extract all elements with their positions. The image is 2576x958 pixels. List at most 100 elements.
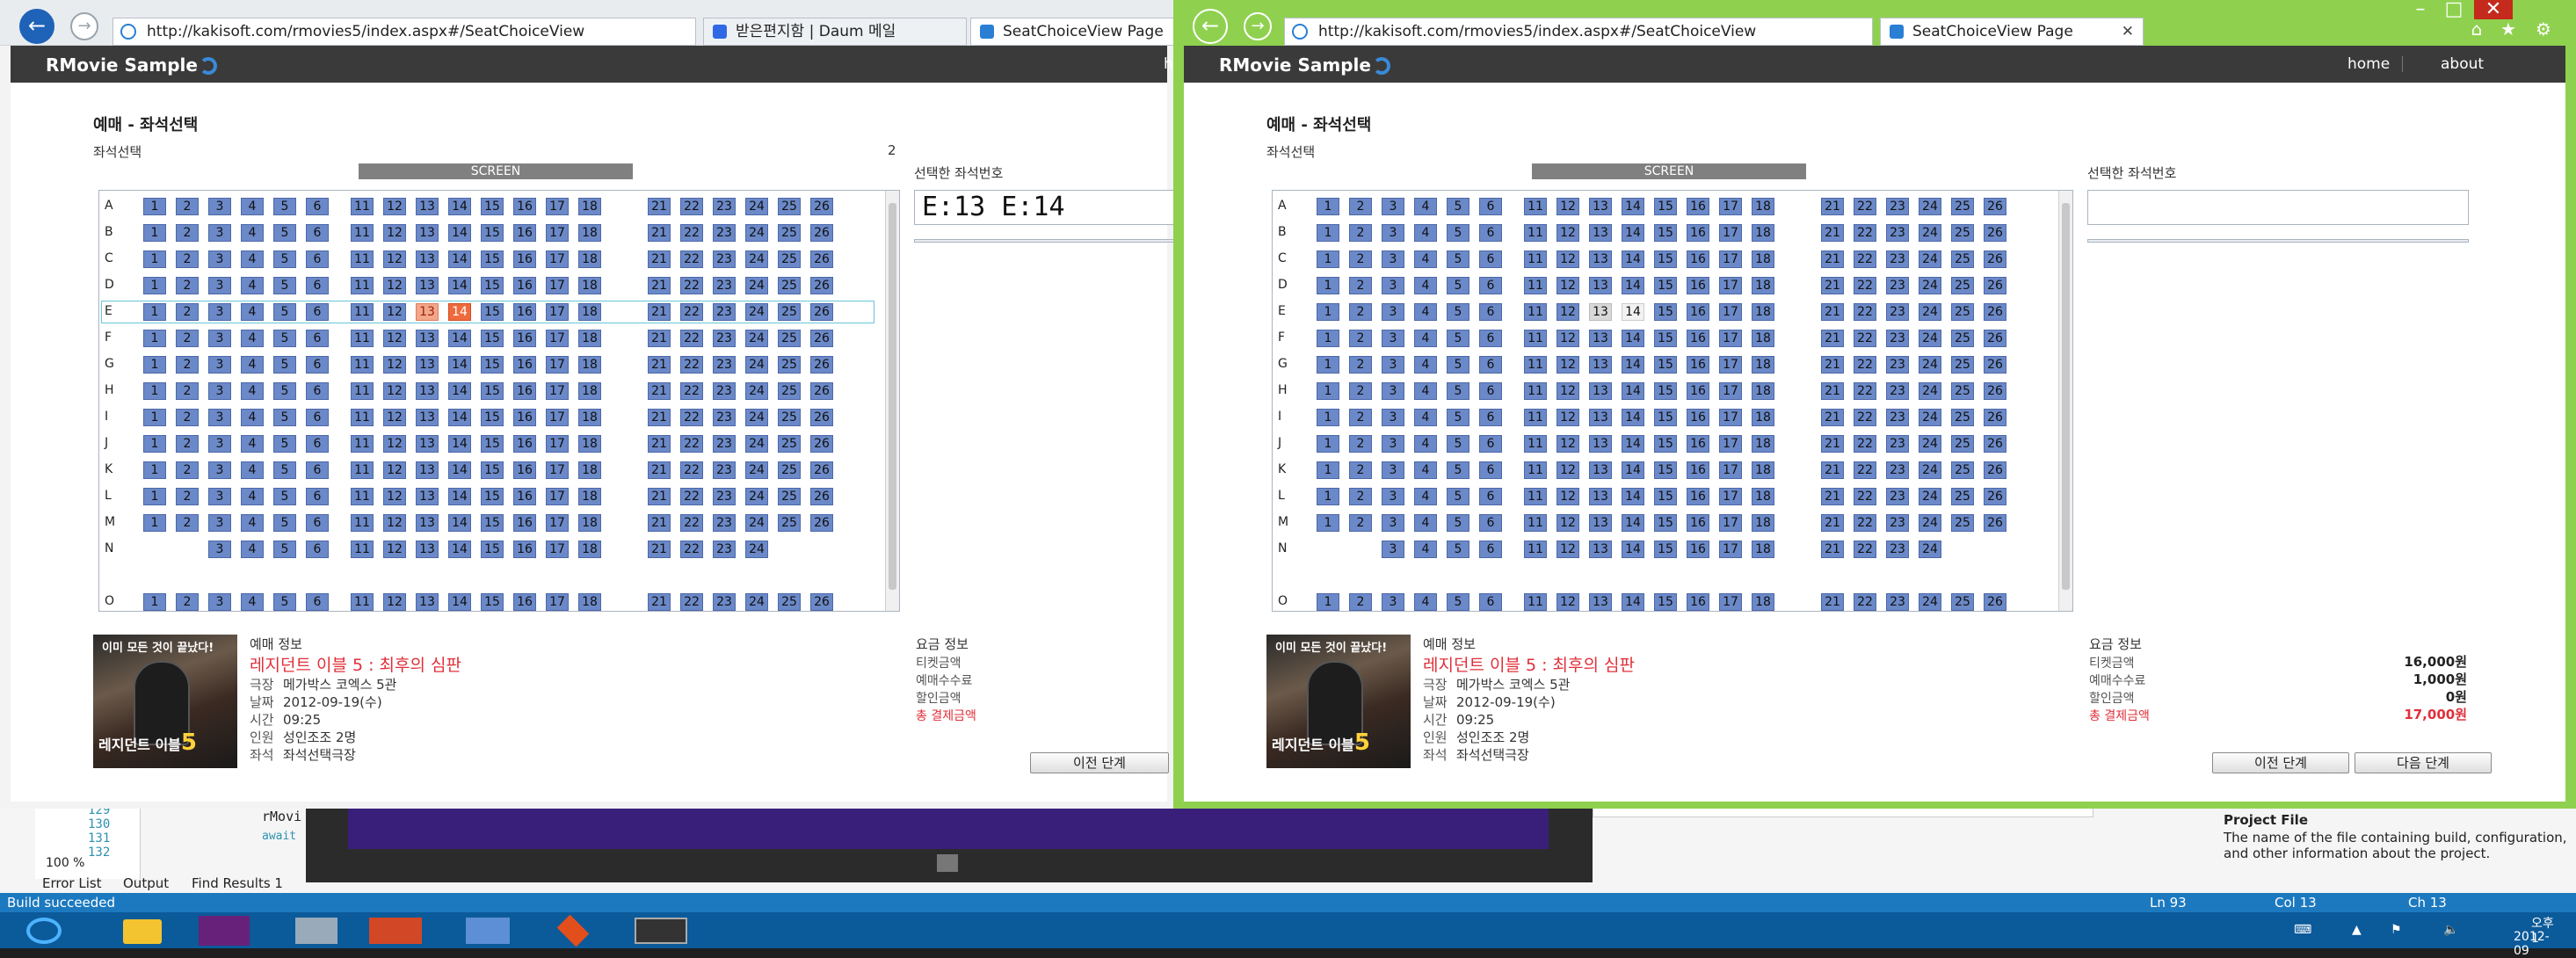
seat-H-26[interactable]: 26: [810, 382, 833, 400]
seat-A-18[interactable]: 18: [1752, 198, 1774, 215]
seat-O-2[interactable]: 2: [176, 593, 199, 611]
seat-K-18[interactable]: 18: [578, 461, 601, 479]
seat-N-17[interactable]: 17: [546, 541, 569, 558]
seat-G-23[interactable]: 23: [1886, 356, 1909, 374]
seat-E-26[interactable]: 26: [810, 303, 833, 321]
seat-N-21[interactable]: 21: [1821, 541, 1844, 558]
seat-O-17[interactable]: 17: [546, 593, 569, 611]
seat-G-6[interactable]: 6: [306, 356, 329, 374]
seat-D-13[interactable]: 13: [1589, 277, 1612, 294]
seat-H-4[interactable]: 4: [241, 382, 264, 400]
seat-C-25[interactable]: 25: [778, 250, 801, 268]
seat-F-18[interactable]: 18: [578, 330, 601, 347]
seat-G-24[interactable]: 24: [1919, 356, 1941, 374]
seat-H-15[interactable]: 15: [481, 382, 504, 400]
seat-E-17[interactable]: 17: [1719, 303, 1742, 321]
seat-E-4[interactable]: 4: [1414, 303, 1437, 321]
seat-E-1[interactable]: 1: [143, 303, 166, 321]
seat-K-12[interactable]: 12: [1556, 461, 1579, 479]
seat-I-23[interactable]: 23: [1886, 409, 1909, 426]
seat-M-1[interactable]: 1: [143, 514, 166, 532]
seat-J-12[interactable]: 12: [383, 435, 406, 453]
seat-M-26[interactable]: 26: [810, 514, 833, 532]
seat-M-14[interactable]: 14: [1622, 514, 1644, 532]
seat-B-23[interactable]: 23: [1886, 224, 1909, 242]
seat-E-3[interactable]: 3: [1382, 303, 1404, 321]
seat-A-13[interactable]: 13: [1589, 198, 1612, 215]
console-taskbar-icon[interactable]: [635, 918, 687, 944]
seat-C-26[interactable]: 26: [1984, 250, 2006, 268]
seat-H-5[interactable]: 5: [273, 382, 296, 400]
seat-J-11[interactable]: 11: [1524, 435, 1547, 453]
seat-L-15[interactable]: 15: [481, 488, 504, 505]
seat-H-12[interactable]: 12: [1556, 382, 1579, 400]
seat-H-22[interactable]: 22: [1854, 382, 1876, 400]
seat-B-13[interactable]: 13: [416, 224, 439, 242]
seat-G-17[interactable]: 17: [546, 356, 569, 374]
seat-J-21[interactable]: 21: [648, 435, 671, 453]
up-arrow-icon[interactable]: ▲: [2352, 923, 2362, 937]
seat-K-4[interactable]: 4: [241, 461, 264, 479]
seat-D-25[interactable]: 25: [778, 277, 801, 294]
seat-O-17[interactable]: 17: [1719, 593, 1742, 611]
seat-O-26[interactable]: 26: [1984, 593, 2006, 611]
seat-O-22[interactable]: 22: [680, 593, 703, 611]
seat-G-5[interactable]: 5: [1447, 356, 1469, 374]
seat-F-25[interactable]: 25: [778, 330, 801, 347]
seat-B-17[interactable]: 17: [1719, 224, 1742, 242]
nav-link-home[interactable]: h: [1164, 55, 1173, 73]
seat-L-1[interactable]: 1: [143, 488, 166, 505]
seat-I-15[interactable]: 15: [1654, 409, 1677, 426]
seat-L-26[interactable]: 26: [1984, 488, 2006, 505]
seat-K-14[interactable]: 14: [1622, 461, 1644, 479]
seat-G-3[interactable]: 3: [1382, 356, 1404, 374]
seat-E-24[interactable]: 24: [745, 303, 768, 321]
seat-N-22[interactable]: 22: [680, 541, 703, 558]
seat-D-24[interactable]: 24: [1919, 277, 1941, 294]
seat-A-24[interactable]: 24: [1919, 198, 1941, 215]
seat-E-11[interactable]: 11: [351, 303, 374, 321]
seat-C-11[interactable]: 11: [1524, 250, 1547, 268]
seat-E-18[interactable]: 18: [1752, 303, 1774, 321]
seat-D-23[interactable]: 23: [1886, 277, 1909, 294]
movie-title[interactable]: 레지던트 이블 5 : 최후의 심판: [1423, 652, 1635, 676]
seat-M-4[interactable]: 4: [1414, 514, 1437, 532]
seat-H-12[interactable]: 12: [383, 382, 406, 400]
seat-O-23[interactable]: 23: [1886, 593, 1909, 611]
prev-step-button[interactable]: 이전 단계: [2212, 752, 2349, 773]
seat-D-17[interactable]: 17: [1719, 277, 1742, 294]
seat-D-18[interactable]: 18: [578, 277, 601, 294]
movie-title[interactable]: 레지던트 이블 5 : 최후의 심판: [250, 652, 461, 676]
seat-J-22[interactable]: 22: [680, 435, 703, 453]
seat-B-5[interactable]: 5: [1447, 224, 1469, 242]
seat-N-15[interactable]: 15: [1654, 541, 1677, 558]
seat-K-23[interactable]: 23: [1886, 461, 1909, 479]
seat-D-26[interactable]: 26: [810, 277, 833, 294]
seat-E-13[interactable]: 13: [416, 303, 439, 321]
seat-G-22[interactable]: 22: [680, 356, 703, 374]
seat-N-16[interactable]: 16: [1687, 541, 1709, 558]
seat-M-16[interactable]: 16: [1687, 514, 1709, 532]
seat-O-26[interactable]: 26: [810, 593, 833, 611]
seat-I-6[interactable]: 6: [1479, 409, 1502, 426]
git-taskbar-icon[interactable]: [556, 914, 590, 947]
seat-L-13[interactable]: 13: [416, 488, 439, 505]
seat-L-5[interactable]: 5: [1447, 488, 1469, 505]
back-button[interactable]: ←: [19, 9, 54, 44]
seat-E-15[interactable]: 15: [481, 303, 504, 321]
seat-A-3[interactable]: 3: [1382, 198, 1404, 215]
seat-M-15[interactable]: 15: [1654, 514, 1677, 532]
seat-M-21[interactable]: 21: [1821, 514, 1844, 532]
seat-B-25[interactable]: 25: [778, 224, 801, 242]
seat-H-16[interactable]: 16: [513, 382, 536, 400]
seat-N-16[interactable]: 16: [513, 541, 536, 558]
seat-C-3[interactable]: 3: [208, 250, 231, 268]
seat-N-18[interactable]: 18: [1752, 541, 1774, 558]
seat-K-24[interactable]: 24: [1919, 461, 1941, 479]
seat-N-15[interactable]: 15: [481, 541, 504, 558]
seat-map-scrollbar[interactable]: [885, 191, 899, 611]
seat-M-4[interactable]: 4: [241, 514, 264, 532]
seat-L-23[interactable]: 23: [713, 488, 736, 505]
seat-M-11[interactable]: 11: [1524, 514, 1547, 532]
seat-O-1[interactable]: 1: [143, 593, 166, 611]
